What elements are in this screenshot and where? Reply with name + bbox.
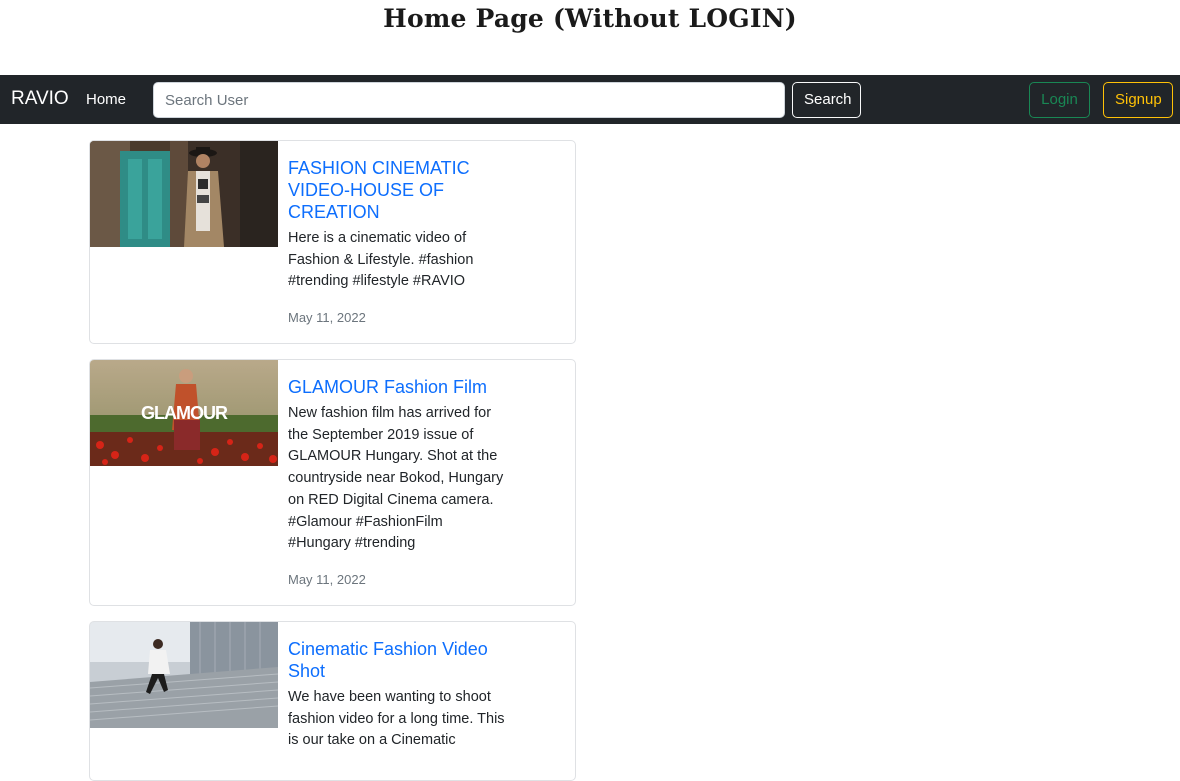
post-card[interactable]: FASHION CINEMATIC VIDEO-HOUSE OF CREATIO… <box>89 140 576 344</box>
post-description: We have been wanting to shoot fashion vi… <box>288 689 505 749</box>
post-date: May 11, 2022 <box>288 571 366 587</box>
post-card[interactable]: Cinematic Fashion Video Shot We have bee… <box>89 621 576 781</box>
post-thumbnail-image: GLAMOUR <box>90 360 278 466</box>
post-body: Cinematic Fashion Video Shot We have bee… <box>288 638 508 752</box>
search-button[interactable]: Search <box>792 82 861 118</box>
nav-home-link[interactable]: Home <box>86 91 126 108</box>
post-description: Here is a cinematic video of Fashion & L… <box>288 230 474 290</box>
post-date: May 11, 2022 <box>288 310 366 326</box>
signup-button[interactable]: Signup <box>1103 82 1173 118</box>
brand-logo[interactable]: RAVIO <box>11 88 69 110</box>
post-description: New fashion film has arrived for the Sep… <box>288 405 504 552</box>
post-thumbnail[interactable] <box>90 622 278 728</box>
post-body: FASHION CINEMATIC VIDEO-HOUSE OF CREATIO… <box>288 157 508 325</box>
glamour-thumbnail-text: GLAMOUR <box>141 403 228 423</box>
login-button[interactable]: Login <box>1029 82 1090 118</box>
post-title-link[interactable]: GLAMOUR Fashion Film <box>288 376 508 398</box>
top-navbar: RAVIO Home Search Login Signup <box>0 75 1180 124</box>
post-thumbnail[interactable] <box>90 141 278 247</box>
post-title-link[interactable]: FASHION CINEMATIC VIDEO-HOUSE OF CREATIO… <box>288 157 508 223</box>
post-body: GLAMOUR Fashion Film New fashion film ha… <box>288 376 508 587</box>
search-user-input[interactable] <box>153 82 785 118</box>
post-card[interactable]: GLAMOUR GLAMOUR Fashion Film New fashion… <box>89 359 576 606</box>
post-title-link[interactable]: Cinematic Fashion Video Shot <box>288 638 508 682</box>
post-thumbnail[interactable]: GLAMOUR <box>90 360 278 466</box>
post-thumbnail-image <box>90 141 278 247</box>
page-heading: Home Page (Without LOGIN) <box>383 4 797 33</box>
post-thumbnail-image <box>90 622 278 728</box>
